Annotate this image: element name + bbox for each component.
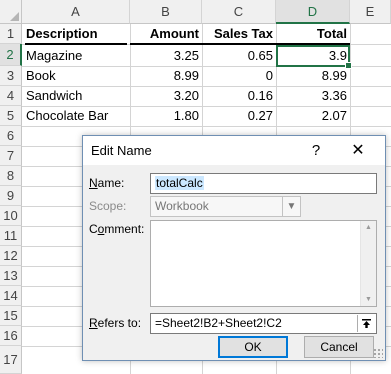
cell-d5[interactable]: 2.07 bbox=[276, 106, 350, 126]
cell-c4[interactable]: 0.16 bbox=[202, 86, 276, 106]
column-header-b[interactable]: B bbox=[130, 0, 202, 24]
refers-label-accesskey: R bbox=[89, 316, 98, 330]
cell-b4[interactable]: 3.20 bbox=[130, 86, 202, 106]
comment-scrollbar[interactable]: ▲ ▼ bbox=[360, 221, 376, 306]
cell-b2[interactable]: 3.25 bbox=[130, 46, 202, 66]
help-icon[interactable]: ? bbox=[305, 139, 327, 161]
name-label-accesskey: N bbox=[89, 176, 98, 190]
column-header-c[interactable]: C bbox=[202, 0, 276, 24]
name-input[interactable]: totalCalc bbox=[150, 173, 377, 194]
cell-a1[interactable]: Description bbox=[23, 24, 130, 44]
refers-label-text: efers to: bbox=[97, 316, 142, 330]
cell-b3[interactable]: 8.99 bbox=[130, 66, 202, 86]
scroll-down-icon[interactable]: ▼ bbox=[365, 296, 372, 303]
row-header-14[interactable]: 14 bbox=[0, 286, 22, 306]
ok-button[interactable]: OK bbox=[218, 336, 288, 358]
row-header-9[interactable]: 9 bbox=[0, 186, 22, 206]
gridline bbox=[22, 126, 391, 127]
name-label-text: ame: bbox=[97, 176, 125, 190]
resize-grip[interactable] bbox=[373, 348, 383, 358]
row-header-4[interactable]: 4 bbox=[0, 86, 22, 106]
cell-c3[interactable]: 0 bbox=[202, 66, 276, 86]
cell-b5[interactable]: 1.80 bbox=[130, 106, 202, 126]
row-header-8[interactable]: 8 bbox=[0, 166, 22, 186]
name-label: Name: bbox=[89, 176, 124, 190]
row-header-15[interactable]: 15 bbox=[0, 306, 22, 326]
row-header-16[interactable]: 16 bbox=[0, 326, 22, 346]
row-header-2[interactable]: 2 bbox=[0, 44, 22, 66]
comment-textarea[interactable]: ▲ ▼ bbox=[150, 220, 377, 307]
cell-c5[interactable]: 0.27 bbox=[202, 106, 276, 126]
row-header-11[interactable]: 11 bbox=[0, 226, 22, 246]
row-header-6[interactable]: 6 bbox=[0, 126, 22, 146]
cell-a3[interactable]: Book bbox=[23, 66, 130, 86]
row-header-13[interactable]: 13 bbox=[0, 266, 22, 286]
cell-d4[interactable]: 3.36 bbox=[276, 86, 350, 106]
refers-to-input[interactable]: =Sheet2!B2+Sheet2!C2 bbox=[150, 313, 377, 334]
select-all-corner[interactable] bbox=[0, 0, 22, 24]
cell-b1[interactable]: Amount bbox=[130, 24, 202, 44]
scroll-up-icon[interactable]: ▲ bbox=[365, 224, 372, 231]
cell-d1[interactable]: Total bbox=[276, 24, 350, 44]
edit-name-dialog: Edit Name ? ✕ Name: totalCalc Scope: Wor… bbox=[82, 135, 386, 361]
close-icon[interactable]: ✕ bbox=[345, 139, 371, 161]
row-header-7[interactable]: 7 bbox=[0, 146, 22, 166]
active-cell-selection[interactable] bbox=[276, 45, 352, 69]
refers-to-value: =Sheet2!B2+Sheet2!C2 bbox=[155, 316, 282, 330]
comment-label-pre: C bbox=[89, 222, 98, 236]
name-input-value: totalCalc bbox=[155, 176, 204, 190]
dialog-titlebar[interactable]: Edit Name ? ✕ bbox=[83, 136, 385, 165]
row-header-10[interactable]: 10 bbox=[0, 206, 22, 226]
collapse-dialog-icon[interactable] bbox=[357, 315, 375, 332]
row-header-12[interactable]: 12 bbox=[0, 246, 22, 266]
cancel-button[interactable]: Cancel bbox=[304, 336, 374, 358]
scope-label: Scope: bbox=[89, 199, 127, 213]
column-header-d[interactable]: D bbox=[276, 0, 350, 24]
chevron-down-icon[interactable]: ▼ bbox=[282, 197, 300, 216]
cell-a5[interactable]: Chocolate Bar bbox=[23, 106, 130, 126]
row-header-5[interactable]: 5 bbox=[0, 106, 22, 126]
cell-a4[interactable]: Sandwich bbox=[23, 86, 130, 106]
refers-to-label: Refers to: bbox=[89, 316, 141, 330]
row-header-17[interactable]: 17 bbox=[0, 346, 22, 374]
row-header-3[interactable]: 3 bbox=[0, 66, 22, 86]
comment-label: Comment: bbox=[89, 222, 144, 236]
row-header-1[interactable]: 1 bbox=[0, 24, 22, 44]
cell-c1[interactable]: Sales Tax bbox=[202, 24, 276, 44]
column-header-e[interactable]: E bbox=[350, 0, 391, 24]
scope-value: Workbook bbox=[155, 199, 209, 213]
dialog-title: Edit Name bbox=[91, 143, 152, 158]
cell-c2[interactable]: 0.65 bbox=[202, 46, 276, 66]
scope-dropdown[interactable]: Workbook ▼ bbox=[150, 196, 301, 217]
comment-label-text: mment: bbox=[104, 222, 145, 236]
column-header-a[interactable]: A bbox=[22, 0, 130, 24]
cell-a2[interactable]: Magazine bbox=[23, 46, 130, 66]
arrow-up-bar-icon bbox=[362, 319, 371, 328]
cell-d3[interactable]: 8.99 bbox=[276, 66, 350, 86]
